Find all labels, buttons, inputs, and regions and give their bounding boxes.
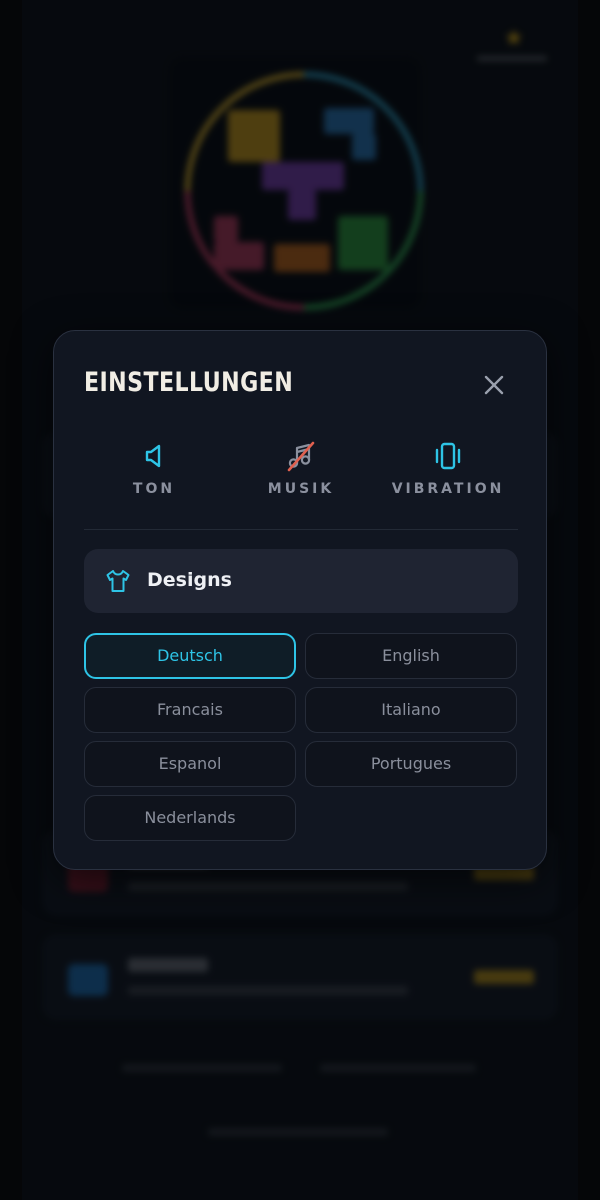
designs-button[interactable]: Designs xyxy=(84,549,518,613)
divider xyxy=(84,529,518,530)
settings-modal: EINSTELLUNGEN TON MUSIK VIBRATION Design… xyxy=(53,330,547,870)
language-option-espanol[interactable]: Espanol xyxy=(84,741,296,787)
vibration-toggle[interactable]: VIBRATION xyxy=(378,439,518,509)
language-option-francais[interactable]: Francais xyxy=(84,687,296,733)
language-option-italiano[interactable]: Italiano xyxy=(305,687,517,733)
close-icon xyxy=(484,375,504,395)
language-option-nederlands[interactable]: Nederlands xyxy=(84,795,296,841)
vibration-icon xyxy=(435,442,461,470)
designs-label: Designs xyxy=(147,569,232,591)
sound-toggle-label: TON xyxy=(132,481,176,497)
language-option-portugues[interactable]: Portugues xyxy=(305,741,517,787)
sound-toggle[interactable]: TON xyxy=(84,439,224,509)
music-toggle-label: MUSIK xyxy=(267,481,335,497)
vibration-toggle-label: VIBRATION xyxy=(391,481,505,497)
sound-toggles: TON MUSIK VIBRATION xyxy=(84,439,518,509)
music-toggle[interactable]: MUSIK xyxy=(231,439,371,509)
music-off-icon xyxy=(287,441,315,472)
close-button[interactable] xyxy=(476,367,512,403)
language-option-english[interactable]: English xyxy=(305,633,517,679)
speaker-icon xyxy=(145,444,161,468)
modal-title: EINSTELLUNGEN xyxy=(84,367,294,398)
language-grid: Deutsch English Francais Italiano Espano… xyxy=(84,633,518,841)
language-option-deutsch[interactable]: Deutsch xyxy=(84,633,296,679)
tshirt-icon xyxy=(106,570,130,592)
